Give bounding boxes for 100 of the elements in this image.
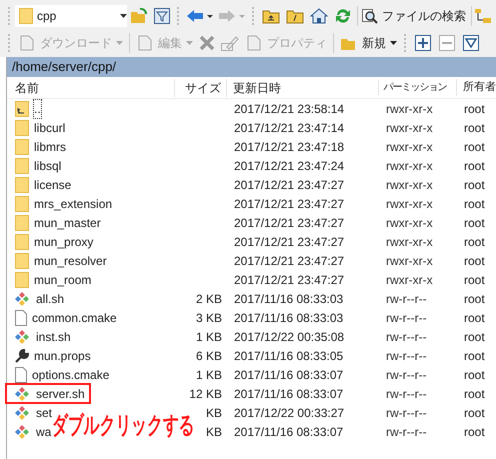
file-name[interactable]: .. bbox=[34, 100, 41, 118]
owner: root bbox=[464, 234, 485, 248]
script-icon bbox=[15, 330, 31, 344]
modified-date: 2017/12/21 23:47:27 bbox=[234, 196, 344, 210]
permissions: rw-r--r-- bbox=[386, 368, 427, 382]
folder-icon bbox=[15, 120, 29, 136]
folder-icon bbox=[15, 138, 29, 154]
path-bar: /home/server/cpp/ bbox=[7, 57, 496, 77]
file-size: KB bbox=[206, 424, 222, 438]
folder-icon bbox=[15, 158, 29, 174]
modified-date: 2017/11/16 08:33:07 bbox=[234, 386, 344, 400]
open-folder-icon bbox=[130, 8, 148, 24]
filter-button[interactable] bbox=[151, 5, 173, 27]
file-name[interactable]: license bbox=[34, 176, 72, 194]
folder-icon bbox=[15, 196, 29, 212]
column-header[interactable]: パーミッション bbox=[378, 80, 456, 95]
file-name[interactable]: wa bbox=[36, 422, 52, 440]
modified-date: 2017/12/21 23:47:27 bbox=[234, 216, 344, 230]
permissions: rw-r--r-- bbox=[386, 424, 427, 438]
owner: root bbox=[464, 158, 485, 172]
column-header[interactable]: 更新日時 bbox=[226, 78, 378, 96]
permissions: rwxr-xr-x bbox=[386, 120, 433, 134]
toolbar-button-icon bbox=[245, 35, 263, 51]
filter-icon[interactable] bbox=[463, 35, 479, 51]
delete-icon[interactable] bbox=[199, 35, 215, 51]
file-name[interactable]: mun_proxy bbox=[34, 232, 94, 250]
owner: root bbox=[464, 120, 485, 134]
folder-up-icon bbox=[262, 8, 280, 24]
file-size: 1 KB bbox=[196, 330, 222, 344]
owner: root bbox=[464, 292, 485, 306]
file-name[interactable]: mun_master bbox=[34, 214, 101, 232]
modified-date: 2017/11/16 08:33:07 bbox=[234, 368, 344, 382]
home-icon bbox=[310, 8, 328, 24]
file-size: 6 KB bbox=[196, 348, 222, 362]
modified-date: 2017/12/22 00:35:08 bbox=[234, 330, 344, 344]
owner: root bbox=[464, 196, 485, 210]
file-name[interactable]: libcurl bbox=[34, 118, 66, 136]
owner: root bbox=[464, 368, 485, 382]
modified-date: 2017/11/16 08:33:07 bbox=[234, 424, 344, 438]
back-arrow-icon bbox=[187, 10, 213, 22]
forward-arrow-icon bbox=[219, 10, 245, 22]
owner: root bbox=[464, 424, 485, 438]
permissions: rw-r--r-- bbox=[386, 330, 427, 344]
file-name[interactable]: options.cmake bbox=[32, 366, 110, 384]
modified-date: 2017/12/21 23:47:27 bbox=[234, 234, 344, 248]
file-name[interactable]: mrs_extension bbox=[34, 194, 112, 212]
permissions: rwxr-xr-x bbox=[386, 216, 433, 230]
file-name[interactable]: set bbox=[36, 404, 52, 422]
script-icon bbox=[15, 386, 31, 400]
modified-date: 2017/12/21 23:47:24 bbox=[234, 158, 344, 172]
modified-date: 2017/11/16 08:33:03 bbox=[234, 310, 344, 324]
permissions: rwxr-xr-x bbox=[386, 196, 433, 210]
modified-date: 2017/12/21 23:47:18 bbox=[234, 140, 344, 154]
file-name[interactable]: inst.sh bbox=[36, 328, 71, 346]
file-size: 3 KB bbox=[196, 310, 222, 324]
search-icon bbox=[362, 8, 378, 24]
permissions: rwxr-xr-x bbox=[386, 102, 433, 116]
location-combo[interactable]: cpp bbox=[15, 5, 127, 27]
permissions: rwxr-xr-x bbox=[386, 178, 433, 192]
file-name[interactable]: server.sh bbox=[36, 384, 85, 402]
owner: root bbox=[464, 310, 485, 324]
folder-icon bbox=[15, 234, 29, 250]
toolbar-button[interactable]: 新規 bbox=[337, 32, 400, 54]
column-header[interactable]: 名前 bbox=[7, 78, 174, 96]
owner: root bbox=[464, 272, 485, 286]
file-icon bbox=[15, 366, 27, 382]
file-name[interactable]: common.cmake bbox=[32, 308, 117, 326]
modified-date: 2017/12/22 00:33:27 bbox=[234, 406, 344, 420]
rename-icon[interactable] bbox=[221, 35, 239, 51]
file-name[interactable]: all.sh bbox=[36, 290, 64, 308]
file-size: KB bbox=[206, 406, 222, 420]
modified-date: 2017/11/16 08:33:03 bbox=[234, 292, 344, 306]
file-name[interactable]: mun.props bbox=[34, 346, 91, 364]
minus-icon[interactable] bbox=[439, 35, 455, 51]
permissions: rwxr-xr-x bbox=[386, 272, 433, 286]
folder-icon bbox=[15, 214, 29, 230]
find-files-button[interactable]: ファイルの検索 bbox=[360, 5, 468, 27]
file-name[interactable]: libsql bbox=[34, 156, 62, 174]
column-header[interactable]: サイズ bbox=[174, 78, 226, 96]
file-size: 12 KB bbox=[189, 386, 222, 400]
column-header[interactable]: 所有者 bbox=[456, 79, 496, 96]
modified-date: 2017/12/21 23:47:27 bbox=[234, 272, 344, 286]
owner: root bbox=[464, 406, 485, 420]
refresh-icon bbox=[334, 8, 352, 24]
modified-date: 2017/11/16 08:33:05 bbox=[234, 348, 344, 362]
owner: root bbox=[464, 348, 485, 362]
caret-icon bbox=[120, 14, 127, 18]
file-name[interactable]: libmrs bbox=[34, 138, 66, 156]
owner: root bbox=[464, 386, 485, 400]
file-name[interactable]: mun_room bbox=[34, 270, 92, 288]
script-icon bbox=[15, 292, 31, 306]
file-size: 2 KB bbox=[196, 292, 222, 306]
owner: root bbox=[464, 216, 485, 230]
tree-view-icon[interactable] bbox=[475, 8, 491, 24]
file-name[interactable]: mun_resolver bbox=[34, 252, 107, 270]
permissions: rwxr-xr-x bbox=[386, 140, 433, 154]
plus-icon[interactable] bbox=[415, 35, 431, 51]
filter-icon bbox=[154, 8, 170, 24]
owner: root bbox=[464, 330, 485, 344]
file-icon bbox=[15, 310, 27, 326]
